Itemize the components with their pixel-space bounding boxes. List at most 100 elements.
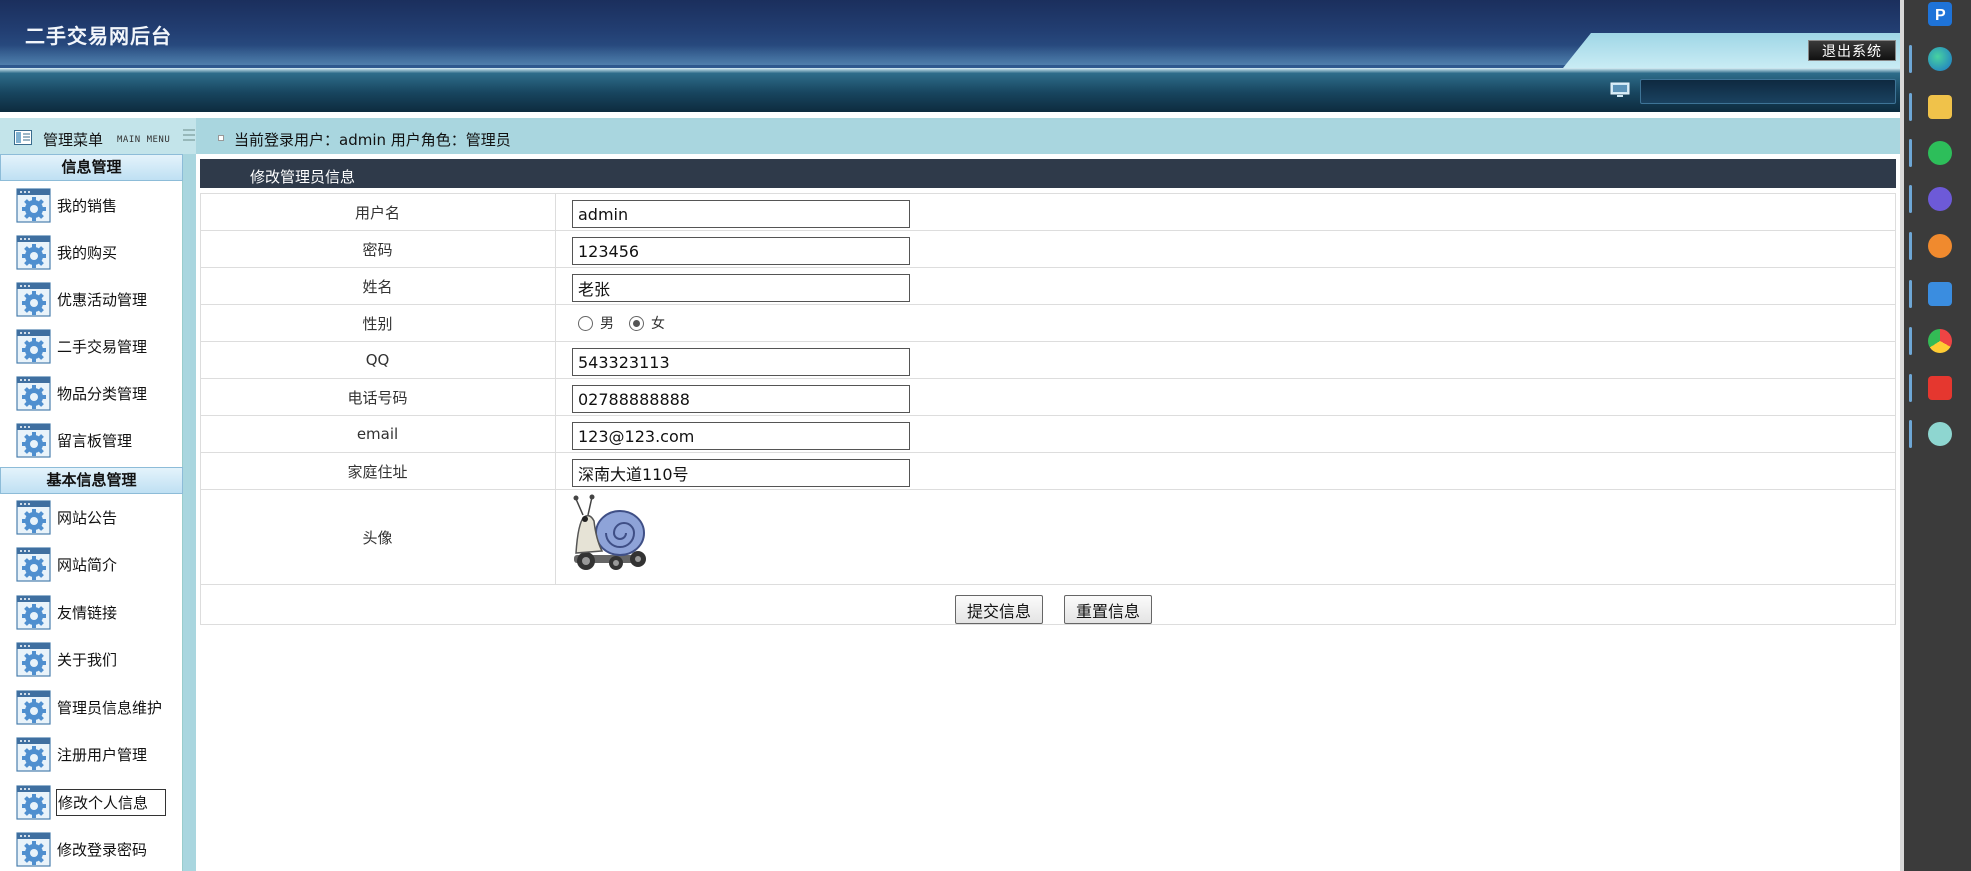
flower-app-icon[interactable]: [1928, 422, 1952, 446]
form-row-avatar: 头像: [200, 490, 1896, 585]
sidebar-item-label: 友情链接: [57, 603, 118, 622]
gear-icon: [16, 188, 51, 223]
gender-option-label: 女: [651, 316, 665, 332]
form-title: 修改管理员信息: [250, 168, 356, 186]
gender-radio-female[interactable]: [629, 315, 644, 331]
gear-icon: [16, 595, 51, 630]
field-label: 用户名: [200, 194, 556, 230]
form-row-qq: QQ 543323113: [200, 342, 1896, 379]
active-app-marker: [1909, 45, 1912, 73]
sidebar-item-announcements[interactable]: 网站公告: [16, 499, 176, 535]
sidebar-item-admin-info[interactable]: 管理员信息维护: [16, 689, 176, 725]
password-field[interactable]: 123456: [572, 237, 910, 265]
menu-toggle-icon[interactable]: [183, 128, 195, 142]
username-field[interactable]: admin: [572, 200, 910, 228]
reset-button[interactable]: 重置信息: [1064, 595, 1152, 624]
user-bullet-icon: [218, 135, 224, 141]
sidebar-item-categories[interactable]: 物品分类管理: [16, 375, 176, 411]
form-row-address: 家庭住址 深南大道110号: [200, 453, 1896, 490]
active-app-marker: [1909, 93, 1912, 121]
gear-icon: [16, 423, 51, 458]
form-row-email: email 123@123.com: [200, 416, 1896, 453]
sidebar-item-label: 网站公告: [57, 508, 118, 527]
sidebar: 信息管理 我的销售 我的购买 优惠活动管理 二手交易管理 物品分类管理 留言板管…: [0, 154, 183, 871]
qq-field[interactable]: 543323113: [572, 348, 910, 376]
sidebar-item-label: 管理员信息维护: [57, 698, 163, 717]
active-app-marker: [1909, 139, 1912, 167]
form-row-username: 用户名 admin: [200, 194, 1896, 231]
email-field[interactable]: 123@123.com: [572, 422, 910, 450]
sidebar-item-label: 二手交易管理: [57, 337, 148, 356]
sidebar-item-site-intro[interactable]: 网站简介: [16, 546, 176, 582]
sidebar-item-label: 关于我们: [57, 650, 118, 669]
gender-radio-male[interactable]: [578, 315, 593, 331]
field-label: 头像: [200, 490, 556, 584]
sidebar-item-change-password[interactable]: 修改登录密码: [16, 831, 176, 867]
active-app-marker: [1909, 280, 1912, 308]
phone-field[interactable]: 02788888888: [572, 385, 910, 413]
field-label: 电话号码: [200, 379, 556, 415]
pinned-app-icon[interactable]: P: [1928, 2, 1952, 26]
sidebar-item-guestbook[interactable]: 留言板管理: [16, 422, 176, 458]
sidebar-item-trades[interactable]: 二手交易管理: [16, 328, 176, 364]
address-field[interactable]: 深南大道110号: [572, 459, 910, 487]
sidebar-item-my-sales[interactable]: 我的销售: [16, 187, 176, 223]
svg-text:P: P: [1935, 7, 1946, 24]
sidebar-item-about[interactable]: 关于我们: [16, 641, 176, 677]
gender-radio-group: 男 女: [578, 313, 680, 333]
cloud-app-icon[interactable]: [1928, 282, 1952, 306]
wps-icon[interactable]: [1928, 376, 1952, 400]
sidebar-item-label: 修改登录密码: [57, 840, 148, 859]
gear-icon: [16, 376, 51, 411]
gear-icon: [16, 785, 51, 820]
menu-icon: [14, 130, 32, 145]
field-label: email: [200, 416, 556, 452]
avatar-image[interactable]: [568, 493, 652, 573]
settings-app-icon[interactable]: [1928, 234, 1952, 258]
sidebar-section-basic[interactable]: 基本信息管理: [0, 467, 183, 494]
menu-title: 管理菜单: [43, 131, 104, 149]
active-app-marker: [1909, 185, 1912, 213]
sidebar-item-my-purchases[interactable]: 我的购买: [16, 234, 176, 270]
form-row-gender: 性别 男 女: [200, 305, 1896, 342]
file-explorer-icon[interactable]: [1928, 95, 1952, 119]
submit-button[interactable]: 提交信息: [955, 595, 1043, 624]
form-title-bar: [200, 159, 1896, 188]
sidebar-item-label: 留言板管理: [57, 431, 133, 450]
wechat-icon[interactable]: [1928, 141, 1952, 165]
sidebar-item-edit-profile[interactable]: 修改个人信息: [16, 784, 176, 820]
top-search-bar[interactable]: [1640, 79, 1896, 104]
edge-browser-icon[interactable]: [1928, 47, 1952, 71]
field-label: QQ: [200, 342, 556, 378]
form-row-name: 姓名 老张: [200, 268, 1896, 305]
current-user-info: 当前登录用户：admin 用户角色：管理员: [234, 131, 511, 149]
gear-icon: [16, 642, 51, 677]
field-label: 性别: [200, 305, 556, 341]
sidebar-item-links[interactable]: 友情链接: [16, 594, 176, 630]
form-row-password: 密码 123456: [200, 231, 1896, 268]
gear-icon: [16, 282, 51, 317]
field-label: 家庭住址: [200, 453, 556, 489]
active-app-marker: [1909, 327, 1912, 355]
gear-icon: [16, 329, 51, 364]
monitor-icon: [1610, 82, 1630, 97]
form-row-phone: 电话号码 02788888888: [200, 379, 1896, 416]
taskbar-edge: [1900, 0, 1904, 871]
sidebar-item-label: 我的购买: [57, 243, 118, 262]
gear-icon: [16, 737, 51, 772]
dolphin-app-icon[interactable]: [1928, 187, 1952, 211]
sidebar-item-promotions[interactable]: 优惠活动管理: [16, 281, 176, 317]
sidebar-item-label: 网站简介: [57, 555, 118, 574]
sidebar-item-label: 物品分类管理: [57, 384, 148, 403]
chrome-icon[interactable]: [1928, 329, 1952, 353]
active-app-marker: [1909, 232, 1912, 260]
logout-button[interactable]: 退出系统: [1808, 40, 1896, 61]
name-field[interactable]: 老张: [572, 274, 910, 302]
gear-icon: [16, 500, 51, 535]
sidebar-section-info[interactable]: 信息管理: [0, 154, 183, 181]
p-icon: P: [1935, 7, 1946, 24]
sidebar-divider: [183, 154, 196, 871]
field-label: 姓名: [200, 268, 556, 304]
active-app-marker: [1909, 420, 1912, 448]
sidebar-item-users[interactable]: 注册用户管理: [16, 736, 176, 772]
